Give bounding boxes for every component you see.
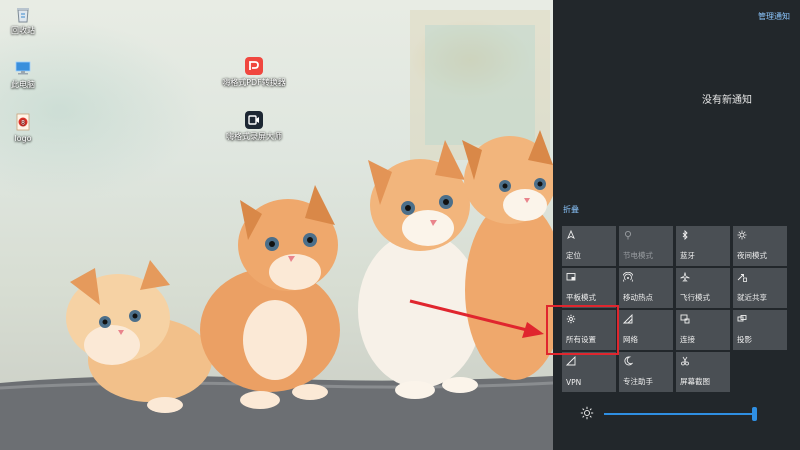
project-icon (737, 315, 747, 322)
battery-saver-icon (624, 230, 632, 240)
desktop-icon-pdf-converter[interactable]: 嗨格式PDF转换器 (222, 56, 286, 88)
tile-label: 平板模式 (566, 293, 596, 302)
location-icon (567, 230, 575, 239)
tile-label: 蓝牙 (680, 251, 695, 260)
brightness-slider[interactable] (580, 404, 765, 424)
bluetooth-icon (682, 230, 688, 240)
desktop-icon-label: 此电脑 (11, 80, 35, 89)
manage-notifications-link[interactable]: 管理通知 (758, 11, 790, 22)
night-light-icon (737, 230, 747, 240)
tile-label: 网络 (623, 335, 638, 344)
desktop-icon-label: 嗨格式录屏大师 (226, 132, 282, 141)
tile-battery-saver[interactable]: 节电模式 (619, 226, 673, 266)
tile-label: 移动热点 (623, 293, 653, 302)
tile-connect[interactable]: 连接 (676, 310, 730, 350)
tile-label: 屏幕截图 (680, 377, 710, 386)
recycle-bin-icon (17, 8, 29, 23)
no-notifications-text: 没有新通知 (702, 95, 752, 106)
desktop-icon-screen-recorder[interactable]: 嗨格式录屏大师 (222, 110, 286, 142)
tile-label: 投影 (737, 335, 752, 344)
tile-bluetooth[interactable]: 蓝牙 (676, 226, 730, 266)
nearby-share-icon (737, 274, 747, 282)
hotspot-icon (623, 272, 633, 282)
desktop-icon-logo[interactable]: 8 logo (0, 112, 55, 144)
connect-icon (680, 314, 690, 324)
desktop-icon-label: 嗨格式PDF转换器 (222, 78, 286, 87)
pdf-converter-icon (245, 57, 263, 75)
screen: 回收站 此电脑 8 logo 嗨格式PDF转换器 嗨格式录屏大师 管理通知 没有… (0, 0, 800, 450)
desktop-icon-label: logo (14, 134, 32, 143)
tile-label: 定位 (566, 251, 581, 260)
logo-file-icon: 8 (16, 113, 30, 131)
tile-mobile-hotspot[interactable]: 移动热点 (619, 268, 673, 308)
tile-label: 夜间模式 (737, 251, 767, 260)
computer-icon (15, 61, 31, 75)
focus-assist-icon (624, 356, 633, 366)
tile-vpn[interactable]: VPN (562, 352, 616, 392)
tile-nearby-sharing[interactable]: 就近共享 (733, 268, 787, 308)
annotation-highlight-box (546, 305, 619, 355)
tile-label: 就近共享 (737, 293, 767, 302)
tile-tablet-mode[interactable]: 平板模式 (562, 268, 616, 308)
tile-label: 连接 (680, 335, 695, 344)
brightness-icon (580, 406, 594, 420)
tile-focus-assist[interactable]: 专注助手 (619, 352, 673, 392)
vpn-icon (566, 356, 576, 366)
desktop-icon-this-pc[interactable]: 此电脑 (0, 58, 55, 90)
tile-night-light[interactable]: 夜间模式 (733, 226, 787, 266)
brightness-track[interactable] (604, 407, 757, 421)
tile-location[interactable]: 定位 (562, 226, 616, 266)
tile-project[interactable]: 投影 (733, 310, 787, 350)
tile-label: VPN (566, 378, 582, 387)
brightness-thumb[interactable] (751, 407, 757, 421)
tile-label: 节电模式 (623, 251, 653, 260)
tile-screen-snip[interactable]: 屏幕截图 (676, 352, 730, 392)
tile-label: 飞行模式 (680, 293, 710, 302)
network-icon (623, 314, 633, 324)
svg-text:8: 8 (21, 120, 25, 127)
screen-snip-icon (681, 356, 689, 366)
screen-recorder-icon (245, 111, 263, 129)
desktop-icon-label: 回收站 (11, 26, 35, 35)
tile-airplane-mode[interactable]: 飞行模式 (676, 268, 730, 308)
tablet-mode-icon (566, 273, 576, 281)
tile-label: 专注助手 (623, 377, 653, 386)
airplane-icon (680, 272, 690, 282)
tile-network[interactable]: 网络 (619, 310, 673, 350)
collapse-link[interactable]: 折叠 (563, 204, 579, 215)
desktop-icon-recycle-bin[interactable]: 回收站 (0, 4, 55, 36)
brightness-fill (604, 413, 754, 415)
